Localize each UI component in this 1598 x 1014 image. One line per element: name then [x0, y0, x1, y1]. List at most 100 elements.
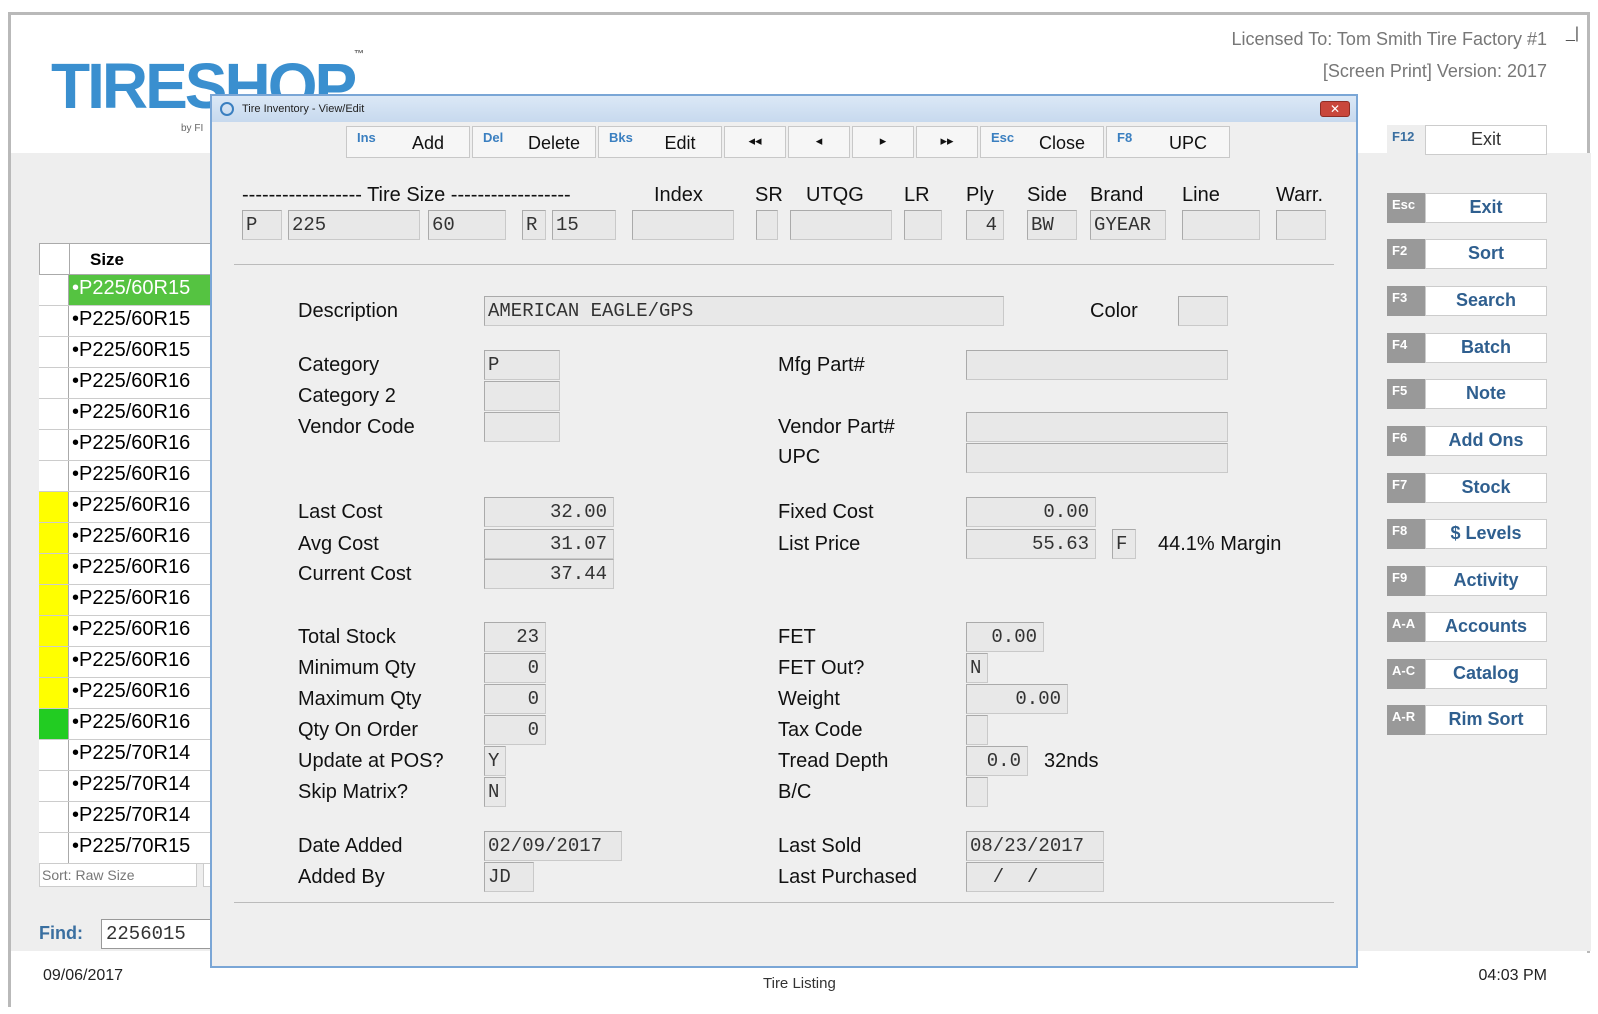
- fkey-activity-button[interactable]: F9 Activity: [1387, 566, 1547, 596]
- list-item[interactable]: •P225/60R16: [39, 430, 221, 461]
- fkey-rim-sort-button[interactable]: A-R Rim Sort: [1387, 705, 1547, 735]
- size-rim-field[interactable]: 15: [552, 210, 616, 240]
- added-by-field[interactable]: JD: [484, 862, 534, 892]
- list-item[interactable]: •P225/70R15: [39, 833, 221, 864]
- skip-matrix-field[interactable]: N: [484, 777, 506, 807]
- list-item[interactable]: •P225/60R16: [39, 523, 221, 554]
- list-item[interactable]: •P225/60R16: [39, 492, 221, 523]
- next-record-button[interactable]: ▸: [852, 126, 914, 158]
- list-item[interactable]: •P225/60R16: [39, 399, 221, 430]
- fet-field[interactable]: 0.00: [966, 622, 1044, 652]
- sort-indicator: Sort: Raw Size: [39, 863, 197, 887]
- mfg-part-field[interactable]: [966, 350, 1228, 380]
- bc-field[interactable]: [966, 777, 988, 807]
- total-stock-field[interactable]: 23: [484, 622, 546, 652]
- status-marker: [39, 771, 69, 801]
- list-item[interactable]: •P225/60R16: [39, 585, 221, 616]
- utqg-field[interactable]: [790, 210, 892, 240]
- list-price-flag-field[interactable]: F: [1112, 529, 1136, 559]
- add-button[interactable]: Ins Add: [346, 126, 470, 158]
- previous-record-button[interactable]: ◂: [788, 126, 850, 158]
- description-field[interactable]: AMERICAN EAGLE/GPS: [484, 296, 1004, 326]
- list-item[interactable]: •P225/60R16: [39, 461, 221, 492]
- fkey-batch-button[interactable]: F4 Batch: [1387, 333, 1547, 363]
- tax-code-field[interactable]: [966, 715, 988, 745]
- last-sold-field[interactable]: 08/23/2017: [966, 831, 1104, 861]
- close-icon[interactable]: ✕: [1320, 101, 1350, 117]
- category2-field[interactable]: [484, 381, 560, 411]
- fet-out-field[interactable]: N: [966, 653, 988, 683]
- fkey-stock-button[interactable]: F7 Stock: [1387, 473, 1547, 503]
- list-price-field[interactable]: 55.63: [966, 529, 1096, 559]
- index-header: Index: [654, 184, 703, 206]
- brand-field[interactable]: GYEAR: [1090, 210, 1166, 240]
- vendor-code-field[interactable]: [484, 412, 560, 442]
- list-item[interactable]: •P225/70R14: [39, 802, 221, 833]
- upc-button[interactable]: F8 UPC: [1106, 126, 1230, 158]
- category-field[interactable]: P: [484, 350, 560, 380]
- size-construction-field[interactable]: R: [522, 210, 546, 240]
- max-qty-field[interactable]: 0: [484, 684, 546, 714]
- side-field[interactable]: BW: [1027, 210, 1077, 240]
- vendor-part-field[interactable]: [966, 412, 1228, 442]
- update-pos-field[interactable]: Y: [484, 746, 506, 776]
- last-record-button[interactable]: ▸▸: [916, 126, 978, 158]
- warr-field[interactable]: [1276, 210, 1326, 240]
- list-item[interactable]: •P225/60R16: [39, 678, 221, 709]
- list-item[interactable]: •P225/60R15: [39, 275, 221, 306]
- list-item[interactable]: •P225/60R16: [39, 647, 221, 678]
- lr-field[interactable]: [904, 210, 942, 240]
- list-item[interactable]: •P225/60R15: [39, 306, 221, 337]
- tread-field[interactable]: 0.0: [966, 746, 1028, 776]
- shortcut-key: F4: [1387, 333, 1425, 363]
- fkey-note-button[interactable]: F5 Note: [1387, 379, 1547, 409]
- last-cost-field[interactable]: 32.00: [484, 497, 614, 527]
- delete-button[interactable]: Del Delete: [472, 126, 596, 158]
- fkey-search-button[interactable]: F3 Search: [1387, 286, 1547, 316]
- fkey-exit-button[interactable]: F12 Exit: [1387, 125, 1547, 155]
- fkey-catalog-button[interactable]: A-C Catalog: [1387, 659, 1547, 689]
- sr-field[interactable]: [756, 210, 778, 240]
- list-item[interactable]: •P225/60R16: [39, 554, 221, 585]
- minimize-button[interactable]: _|: [1566, 25, 1579, 43]
- index-field[interactable]: [632, 210, 734, 240]
- fkey-exit-button[interactable]: Esc Exit: [1387, 193, 1547, 223]
- fkey-accounts-button[interactable]: A-A Accounts: [1387, 612, 1547, 642]
- weight-field[interactable]: 0.00: [966, 684, 1068, 714]
- status-marker: [39, 368, 69, 398]
- fkey-levels-button[interactable]: F8 $ Levels: [1387, 519, 1547, 549]
- fixed-cost-field[interactable]: 0.00: [966, 497, 1096, 527]
- list-item[interactable]: •P225/70R14: [39, 771, 221, 802]
- list-item[interactable]: •P225/60R16: [39, 709, 221, 740]
- size-prefix-field[interactable]: P: [242, 210, 282, 240]
- last-purchased-field[interactable]: / /: [966, 862, 1104, 892]
- fkey-sort-button[interactable]: F2 Sort: [1387, 239, 1547, 269]
- first-record-button[interactable]: ◂◂: [724, 126, 786, 158]
- list-item[interactable]: •P225/60R16: [39, 368, 221, 399]
- size-aspect-field[interactable]: 60: [428, 210, 506, 240]
- list-item[interactable]: •P225/60R15: [39, 337, 221, 368]
- list-item[interactable]: •P225/60R16: [39, 616, 221, 647]
- ply-field[interactable]: 4: [966, 210, 1004, 240]
- status-marker: [39, 523, 69, 553]
- find-input[interactable]: 2256015: [101, 919, 225, 949]
- button-label: Add Ons: [1425, 426, 1547, 456]
- close-button[interactable]: Esc Close: [980, 126, 1104, 158]
- upc-field[interactable]: [966, 443, 1228, 473]
- nav-arrow-icon: ◂: [815, 133, 823, 148]
- current-cost-field[interactable]: 37.44: [484, 559, 614, 589]
- qty-order-field[interactable]: 0: [484, 715, 546, 745]
- edit-button[interactable]: Bks Edit: [598, 126, 722, 158]
- date-added-field[interactable]: 02/09/2017: [484, 831, 622, 861]
- size-value: •P225/60R16: [72, 618, 191, 640]
- fet-out-label: FET Out?: [778, 657, 865, 679]
- line-field[interactable]: [1182, 210, 1260, 240]
- size-column-header[interactable]: Size: [70, 244, 144, 274]
- list-item[interactable]: •P225/70R14: [39, 740, 221, 771]
- size-width-field[interactable]: 225: [288, 210, 420, 240]
- color-field[interactable]: [1178, 296, 1228, 326]
- min-qty-field[interactable]: 0: [484, 653, 546, 683]
- added-by-label: Added By: [298, 866, 385, 888]
- avg-cost-field[interactable]: 31.07: [484, 529, 614, 559]
- fkey-add-ons-button[interactable]: F6 Add Ons: [1387, 426, 1547, 456]
